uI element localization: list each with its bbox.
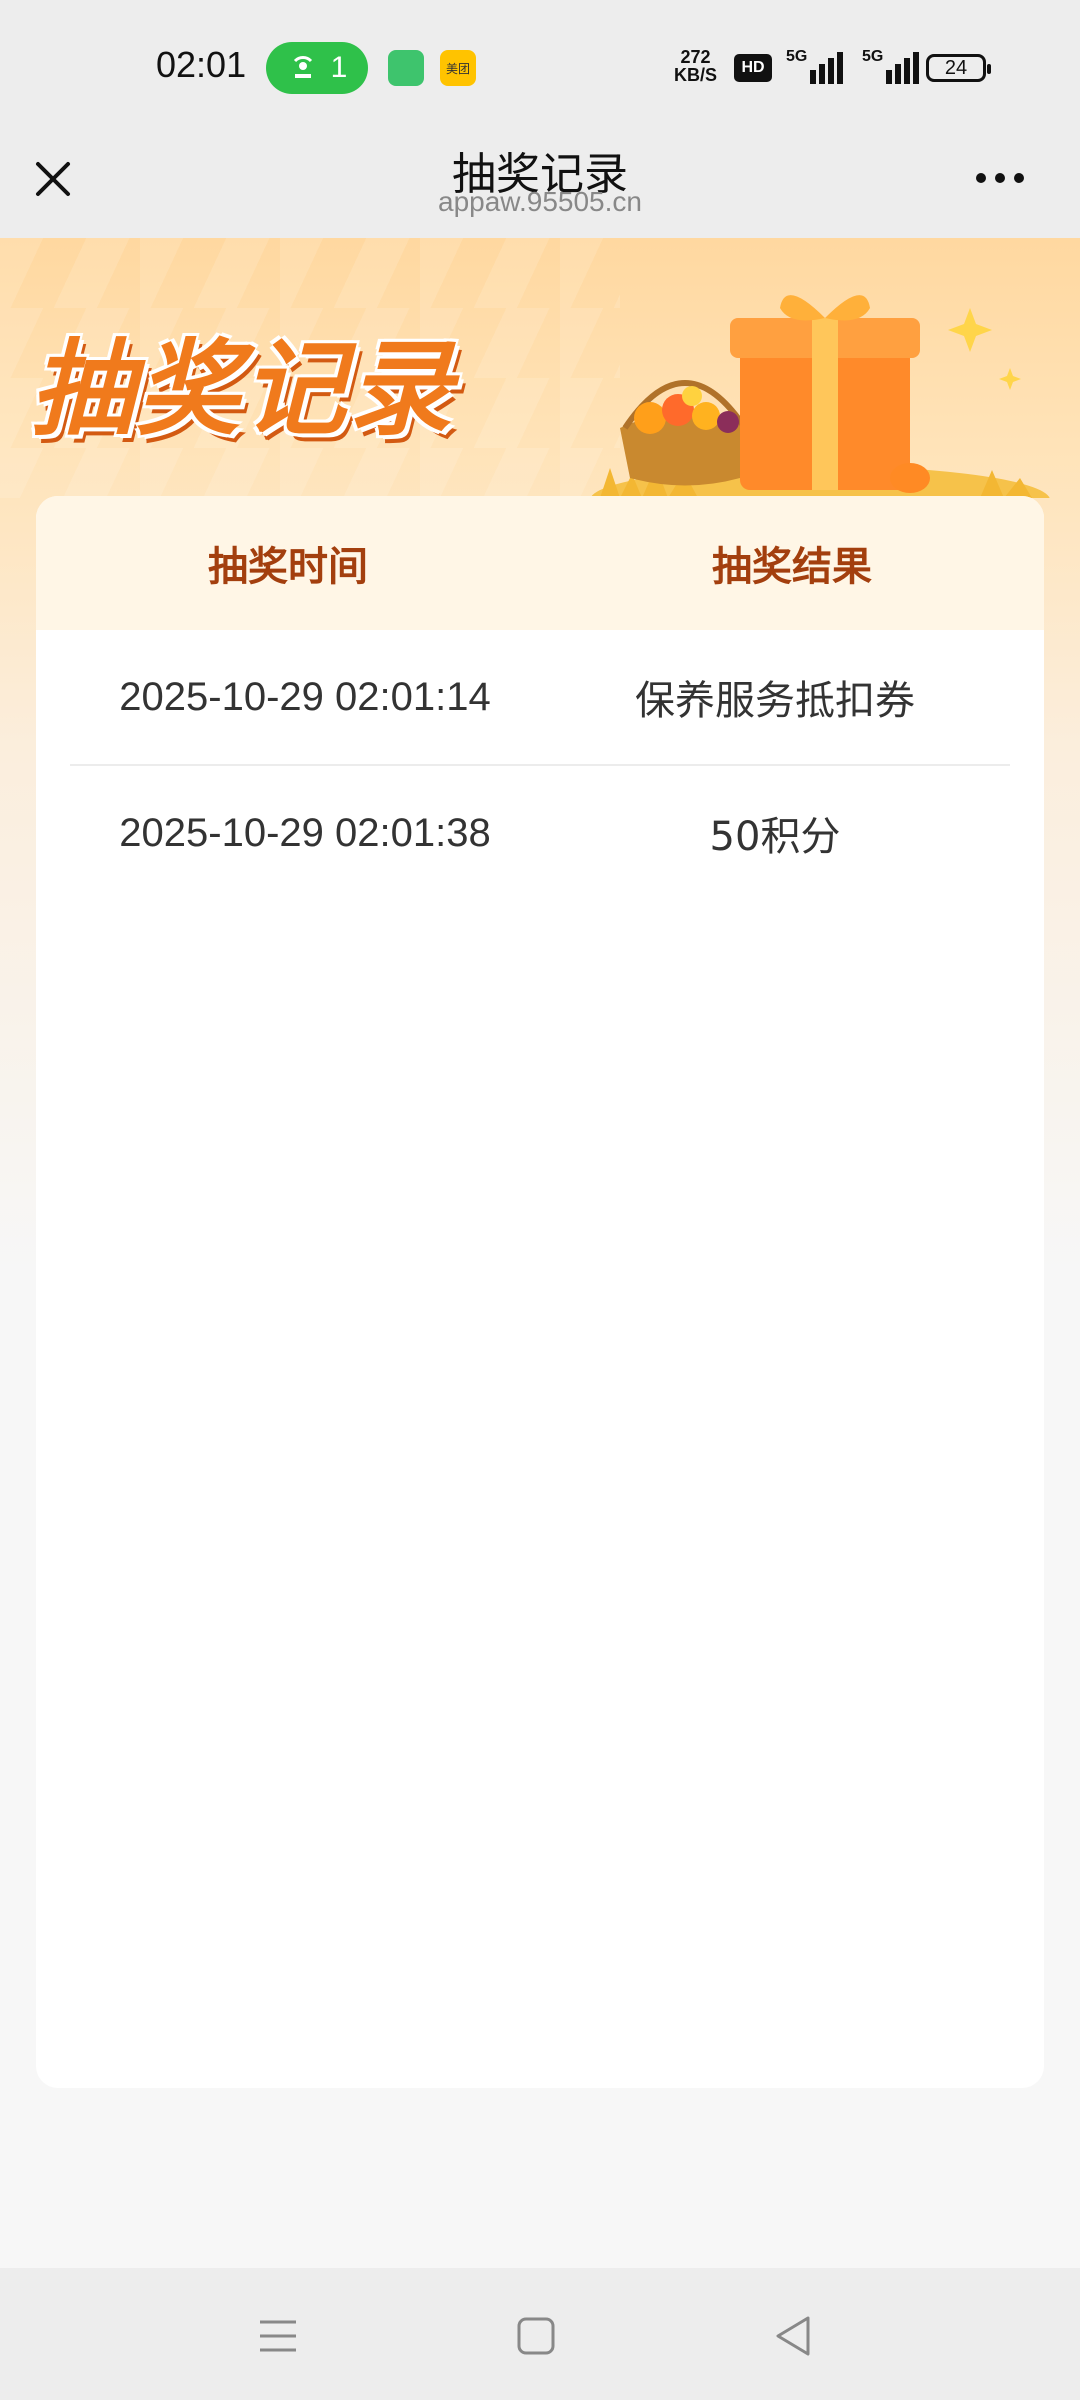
record-result: 保养服务抵扣券 xyxy=(635,678,915,724)
network-speed-unit: KB/S xyxy=(674,65,718,85)
record-result: 50积分 xyxy=(709,814,841,860)
sim1-signal-icon: 5G xyxy=(786,48,844,84)
more-dot-icon xyxy=(995,173,1005,183)
page-url: appaw.95505.cn xyxy=(438,186,642,217)
messages-app-icon xyxy=(388,50,424,86)
table-row: 2025-10-29 02:01:38 50积分 xyxy=(70,766,1010,900)
system-navigation-bar xyxy=(0,2268,1080,2400)
back-triangle-icon xyxy=(776,2316,810,2356)
more-dot-icon xyxy=(1014,173,1024,183)
more-options-button[interactable] xyxy=(976,168,1034,188)
table-header: 抽奖时间 抽奖结果 xyxy=(36,496,1044,630)
meituan-app-icon: 美团 xyxy=(440,50,476,86)
column-header-result: 抽奖结果 xyxy=(712,544,872,590)
home-button[interactable] xyxy=(510,2310,562,2362)
sim2-network-type: 5G xyxy=(862,48,884,65)
gift-basket-illustration xyxy=(590,295,1050,498)
hotspot-indicator[interactable]: 1 xyxy=(266,42,368,94)
back-button[interactable] xyxy=(768,2310,820,2362)
column-header-time: 抽奖时间 xyxy=(208,544,368,590)
sim1-network-type: 5G xyxy=(786,48,808,65)
hotspot-icon xyxy=(293,56,312,78)
title-bar: 抽奖记录 appaw.95505.cn xyxy=(0,138,1080,238)
menu-icon xyxy=(260,2320,296,2352)
recent-apps-button[interactable] xyxy=(252,2310,304,2362)
battery-level: 24 xyxy=(944,56,968,79)
network-speed-value: 272 xyxy=(680,47,711,67)
table-row: 2025-10-29 02:01:14 保养服务抵扣券 xyxy=(70,630,1010,766)
sim2-signal-icon: 5G xyxy=(862,48,920,84)
battery-icon: 24 xyxy=(926,54,991,82)
hero-title: 抽奖记录 xyxy=(30,328,455,450)
record-time: 2025-10-29 02:01:14 xyxy=(119,674,491,719)
lottery-records-table: 抽奖时间 抽奖结果 2025-10-29 02:01:14 保养服务抵扣券 20… xyxy=(36,496,1044,2088)
network-speed: 272 KB/S xyxy=(674,48,717,84)
more-dot-icon xyxy=(976,173,986,183)
hotspot-count: 1 xyxy=(330,51,348,84)
status-time: 02:01 xyxy=(156,44,247,85)
square-icon xyxy=(517,2317,555,2355)
record-time: 2025-10-29 02:01:38 xyxy=(119,810,491,855)
status-bar: 02:01 1 美团 272 KB/S HD 5G 5G 24 xyxy=(0,0,1080,138)
hd-voice-icon: HD xyxy=(734,54,772,82)
